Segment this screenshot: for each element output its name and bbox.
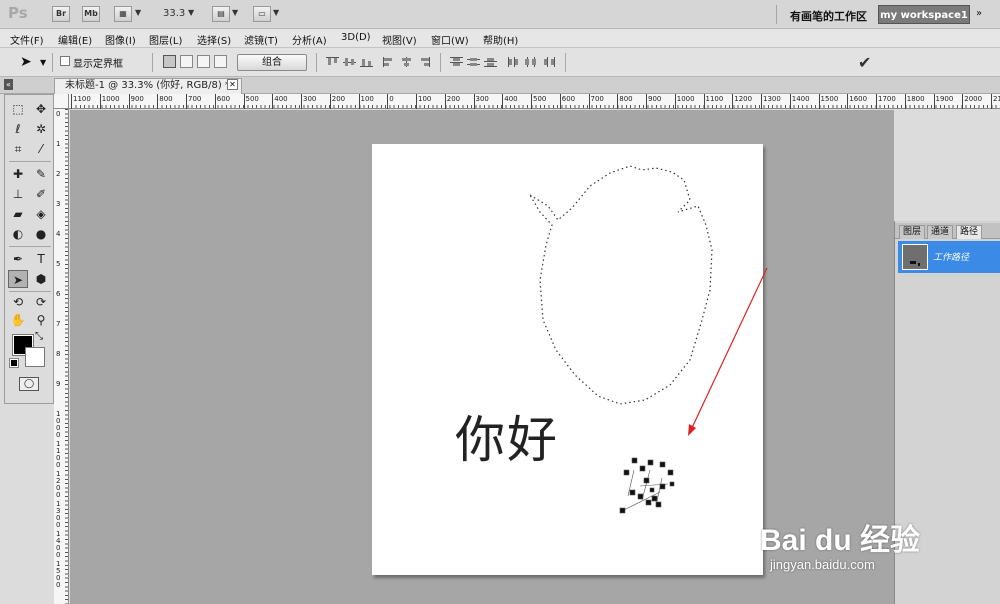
canvas-overlay (529, 165, 768, 514)
text-layer-hello[interactable]: 你好 (455, 400, 559, 472)
watermark-brand: Bai du 经验 (760, 524, 921, 557)
path-thumbnail (902, 244, 928, 270)
path-list-item-work-path[interactable]: 工作路径 (898, 241, 1000, 273)
path-anchor-points[interactable] (619, 457, 675, 514)
annotation-arrow-head (688, 424, 696, 436)
tab-channels[interactable]: 通道 (927, 225, 954, 239)
panel-tabs: 图层 通道 路径 (895, 223, 1000, 239)
path-name-label: 工作路径 (933, 253, 970, 263)
watermark-url: jingyan.baidu.com (770, 557, 875, 572)
work-path-outline[interactable] (529, 165, 713, 405)
annotation-arrow-line (689, 267, 768, 433)
tab-paths[interactable]: 路径 (956, 225, 983, 239)
tab-layers[interactable]: 图层 (899, 225, 926, 239)
